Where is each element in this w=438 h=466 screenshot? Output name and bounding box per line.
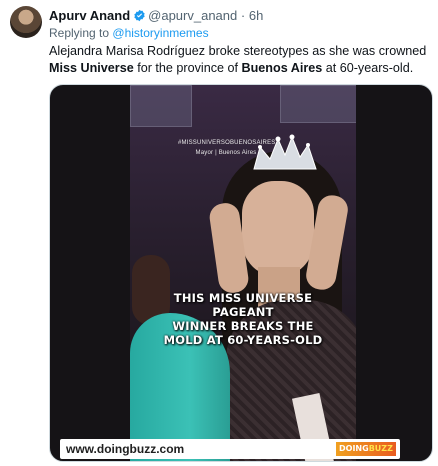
replying-to: Replying to @historyinmemes	[49, 25, 209, 41]
doingbuzz-logo: DOINGBUZZ	[336, 442, 396, 456]
watermark-footer: www.doingbuzz.com DOINGBUZZ	[60, 439, 400, 459]
tweet-text-bold: Miss Universe	[49, 61, 134, 75]
replying-label: Replying to	[49, 26, 110, 40]
watermark-url: www.doingbuzz.com	[66, 442, 185, 456]
video-overlay-subtitle: Mayor | Buenos Aires	[195, 150, 257, 156]
tweet-text-bold: Buenos Aires	[241, 61, 323, 75]
video-caption: THIS MISS UNIVERSE PAGEANT WINNER BREAKS…	[148, 291, 338, 347]
tweet-text: Alejandra Marisa Rodríguez broke stereot…	[49, 43, 429, 77]
verified-badge-icon	[134, 9, 145, 22]
logo-text-accent: BUZZ	[368, 444, 393, 453]
tweet[interactable]: Apurv Anand @apurv_anand · 6h Replying to…	[0, 0, 438, 466]
video-overlay-hashtag: #MISSUNIVERSOBUENOSAIRES	[178, 140, 276, 146]
caption-line: WINNER BREAKS THE	[172, 319, 314, 333]
replying-mention-link[interactable]: @historyinmemes	[112, 26, 208, 40]
tweet-header: Apurv Anand @apurv_anand · 6h	[49, 7, 263, 24]
handle[interactable]: @apurv_anand	[148, 8, 237, 23]
tweet-text-part: at 60-years-old.	[322, 61, 414, 75]
background-window	[280, 85, 356, 123]
face	[242, 181, 314, 277]
display-name[interactable]: Apurv Anand	[49, 8, 130, 23]
logo-text: DOING	[339, 444, 369, 453]
caption-line: THIS MISS UNIVERSE PAGEANT	[173, 291, 313, 319]
tweet-text-part: for the province of	[133, 61, 242, 75]
separator-dot: ·	[240, 8, 246, 23]
avatar[interactable]	[10, 6, 42, 38]
tweet-text-part: Alejandra Marisa Rodríguez broke stereot…	[49, 44, 427, 58]
media-video[interactable]: #MISSUNIVERSOBUENOSAIRES Mayor | Buenos …	[49, 84, 433, 462]
timestamp[interactable]: 6h	[249, 8, 263, 23]
caption-line: MOLD AT 60-YEARS-OLD	[163, 333, 323, 347]
background-window	[130, 85, 192, 127]
